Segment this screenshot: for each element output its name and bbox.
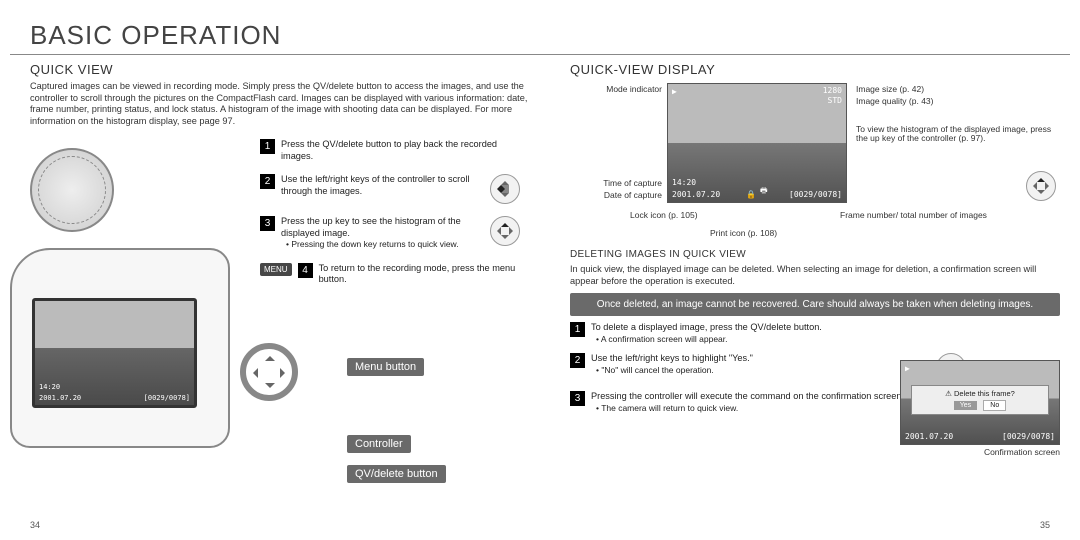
controller-icon (490, 216, 520, 246)
delete-step: 1 To delete a displayed image, press the… (570, 322, 970, 345)
qv-step: 2 Use the left/right keys of the control… (260, 174, 520, 204)
delete-dialog: ⚠ Delete this frame? Yes No (911, 385, 1049, 415)
divider (10, 54, 1070, 55)
overlay-date: 2001.07.20 (905, 432, 953, 441)
confirmation-image: ▶ ⚠ Delete this frame? Yes No 2001.07.20… (900, 360, 1060, 445)
dialog-no: No (983, 400, 1006, 411)
menu-button-label: MENU (260, 263, 292, 276)
lcd-date: 2001.07.20 (39, 394, 81, 402)
confirmation-caption: Confirmation screen (900, 448, 1060, 457)
step-text: Pressing the controller will execute the… (591, 391, 904, 421)
page-number-right: 35 (1040, 520, 1050, 530)
lock-icon: 🔒 (746, 190, 756, 199)
page-number-left: 34 (30, 520, 40, 530)
overlay-quality: STD (828, 96, 842, 105)
mode-indicator-icon: ▶ (905, 364, 910, 373)
label-time: Time of capture (570, 179, 662, 188)
step-text: Use the left/right keys to highlight "Ye… (591, 353, 753, 383)
qv-display-heading: QUICK-VIEW DISPLAY (570, 62, 1060, 77)
controller-icon (1026, 171, 1056, 201)
step-number: 3 (570, 391, 585, 406)
callout-menu-button: Menu button (347, 358, 424, 376)
mode-indicator-icon: ▶ (672, 87, 677, 96)
label-image-quality: Image quality (p. 43) (856, 97, 933, 106)
step-main: Pressing the controller will execute the… (591, 391, 904, 401)
label-print-icon: Print icon (p. 108) (710, 229, 777, 238)
label-frame-number: Frame number/ total number of images (840, 211, 987, 220)
camera-illustration: 14:20 2001.07.20 [0029/0078] (10, 148, 240, 478)
quick-view-intro: Captured images can be viewed in recordi… (30, 81, 530, 127)
step-number: 1 (260, 139, 275, 154)
qv-display-screen: ▶ 1280 STD 14:20 2001.07.20 [0029/0078] … (667, 83, 847, 203)
quick-view-heading: QUICK VIEW (30, 62, 530, 77)
step-main: To delete a displayed image, press the Q… (591, 322, 822, 332)
page-title: BASIC OPERATION (30, 20, 281, 51)
sample-image: ▶ 1280 STD 14:20 2001.07.20 [0029/0078] … (668, 84, 846, 202)
mode-dial-icon (30, 148, 114, 232)
overlay-size: 1280 (823, 86, 842, 95)
step-text: To return to the recording mode, press t… (319, 263, 520, 286)
overlay-frame: [0029/0078] (789, 190, 842, 199)
step-number: 1 (570, 322, 585, 337)
label-mode-indicator: Mode indicator (570, 85, 662, 94)
step-sub: A confirmation screen will appear. (596, 334, 728, 344)
callout-controller: Controller (347, 435, 411, 453)
dialog-yes: Yes (954, 401, 977, 410)
warning-box: Once deleted, an image cannot be recover… (570, 293, 1060, 316)
step-sub: Pressing the down key returns to quick v… (286, 239, 459, 249)
step-main: Use the left/right keys to highlight "Ye… (591, 353, 753, 363)
controller-diagram (240, 343, 298, 401)
delete-heading: DELETING IMAGES IN QUICK VIEW (570, 249, 1060, 260)
print-icon: 🖶 (760, 185, 768, 199)
delete-intro: In quick view, the displayed image can b… (570, 264, 1060, 287)
overlay-time: 14:20 (672, 178, 696, 187)
label-histogram: To view the histogram of the displayed i… (856, 125, 1056, 144)
overlay-date: 2001.07.20 (672, 190, 720, 199)
qv-step: 3 Press the up key to see the histogram … (260, 216, 520, 251)
step-main: Press the up key to see the histogram of… (281, 216, 461, 238)
qv-step: MENU 4 To return to the recording mode, … (260, 263, 520, 286)
step-number: 2 (570, 353, 585, 368)
lcd-frame: [0029/0078] (144, 394, 190, 402)
qv-step: 1 Press the QV/delete button to play bac… (260, 139, 520, 162)
step-number: 4 (298, 263, 313, 278)
label-image-size: Image size (p. 42) (856, 85, 924, 94)
label-date: Date of capture (570, 191, 662, 200)
dialog-prompt: ⚠ Delete this frame? (915, 389, 1045, 398)
label-lock-icon: Lock icon (p. 105) (630, 211, 698, 220)
camera-lcd: 14:20 2001.07.20 [0029/0078] (32, 298, 197, 408)
step-number: 3 (260, 216, 275, 231)
overlay-frame: [0029/0078] (1002, 432, 1055, 441)
step-number: 2 (260, 174, 275, 189)
step-sub: The camera will return to quick view. (596, 403, 738, 413)
step-text: Press the QV/delete button to play back … (281, 139, 520, 162)
step-text: Use the left/right keys of the controlle… (281, 174, 484, 204)
qv-steps: 1 Press the QV/delete button to play bac… (260, 139, 520, 286)
lcd-time: 14:20 (39, 383, 60, 391)
controller-icon (490, 174, 520, 204)
callout-qv-delete: QV/delete button (347, 465, 446, 483)
step-text: To delete a displayed image, press the Q… (591, 322, 822, 345)
confirmation-screenshot: ▶ ⚠ Delete this frame? Yes No 2001.07.20… (900, 360, 1060, 470)
step-sub: "No" will cancel the operation. (596, 365, 714, 375)
step-text: Press the up key to see the histogram of… (281, 216, 484, 251)
